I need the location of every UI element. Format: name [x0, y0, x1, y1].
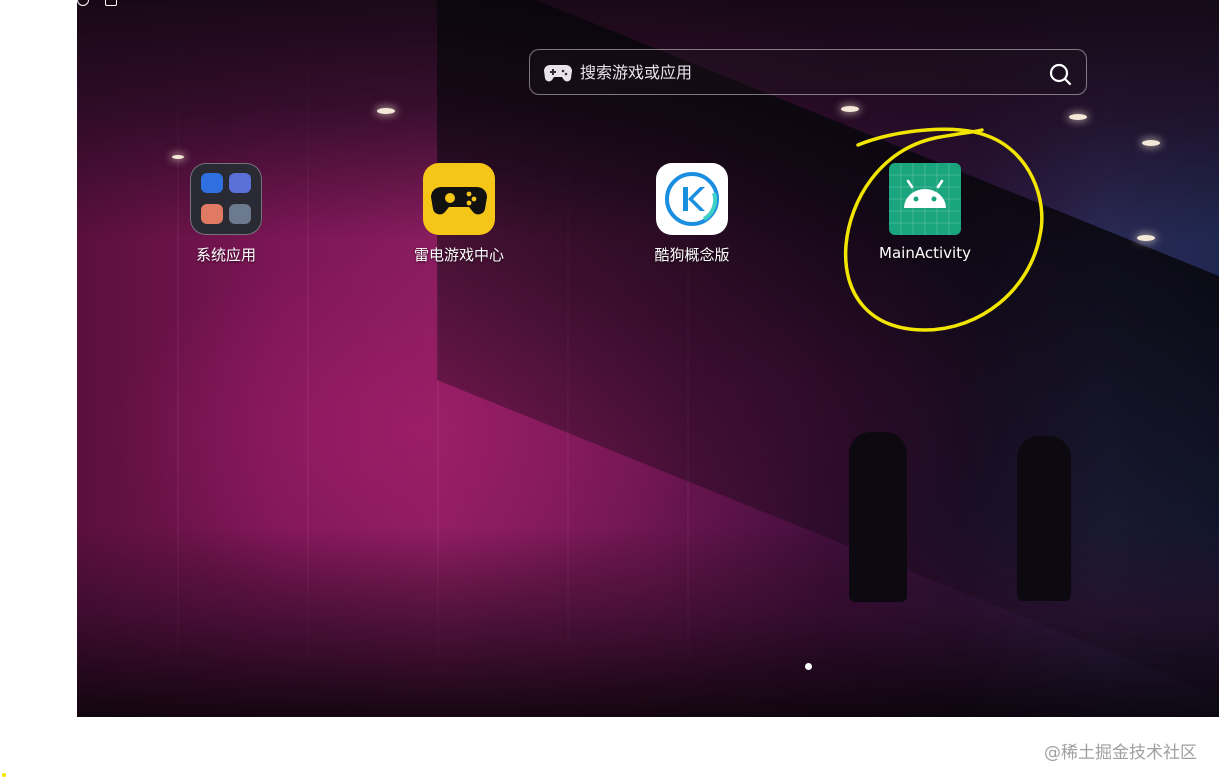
app-label: MainActivity — [879, 244, 971, 262]
status-bar — [77, 0, 157, 6]
app-label: 酷狗概念版 — [654, 246, 730, 264]
kugou-logo-icon — [656, 163, 728, 235]
home-screen-wallpaper — [77, 0, 1219, 717]
app-main-activity[interactable]: MainActivity — [860, 163, 990, 262]
app-label: 雷电游戏中心 — [413, 246, 504, 264]
browser-icon — [229, 173, 251, 193]
battery-icon — [105, 0, 117, 6]
search-placeholder: 搜索游戏或应用 — [580, 63, 693, 82]
search-icon[interactable] — [1048, 62, 1072, 86]
app-kugou-concept[interactable]: 酷狗概念版 — [627, 163, 757, 265]
app-search-bar[interactable]: 搜索游戏或应用 — [529, 49, 1087, 95]
app-leidian-game-center[interactable]: 雷电游戏中心 — [394, 163, 524, 265]
annotation-dot — [2, 773, 6, 777]
folder-icon — [190, 163, 262, 235]
files-icon — [201, 204, 223, 224]
status-icon — [77, 0, 89, 6]
android-icon — [889, 163, 961, 235]
settings-icon — [201, 173, 223, 193]
app-folder-system-apps[interactable]: 系统应用 — [161, 163, 291, 265]
watermark-text: @稀土掘金技术社区 — [1044, 743, 1197, 763]
leidian-gamepad-icon — [423, 163, 495, 235]
gamepad-icon — [544, 65, 572, 82]
page-indicator-dot — [805, 663, 812, 670]
contacts-icon — [229, 204, 251, 224]
app-label: 系统应用 — [195, 246, 256, 264]
